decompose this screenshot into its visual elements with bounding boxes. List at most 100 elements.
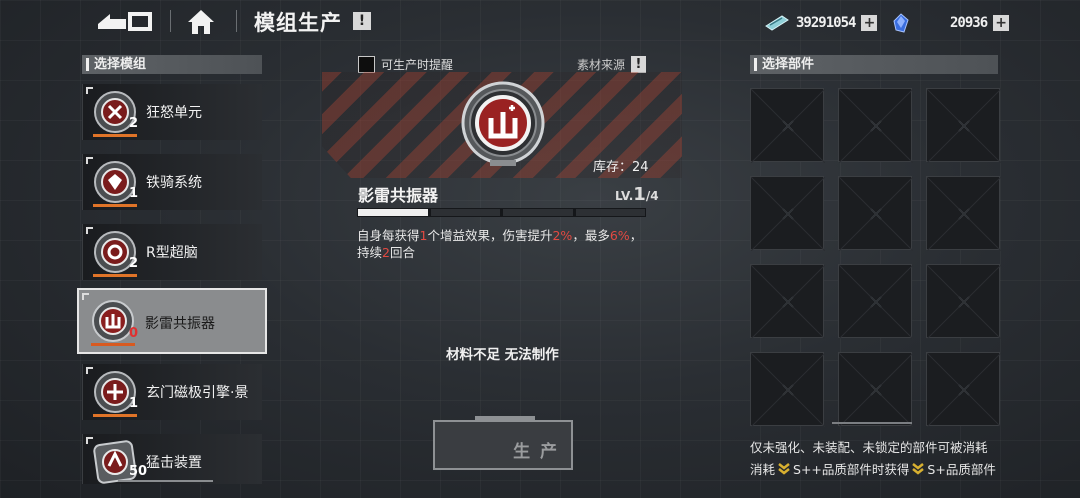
module-rarity-bar	[93, 134, 137, 137]
credit-chip-icon	[765, 15, 789, 31]
back-button[interactable]	[96, 10, 156, 34]
crystal-value: 20936	[950, 15, 988, 31]
level-segment	[358, 209, 428, 216]
module-rarity-bar	[91, 343, 135, 346]
material-source-link[interactable]: 素材来源 !	[577, 56, 647, 73]
resonator-large-icon	[461, 81, 545, 166]
empty-slot-x-icon	[839, 89, 913, 163]
back-arrow-icon	[98, 12, 152, 31]
divider	[236, 10, 237, 32]
currency-credits: 39291054 +	[764, 12, 878, 34]
part-slot-empty[interactable]	[838, 352, 913, 427]
desc-text: 个增益效果，伤害提升	[427, 228, 553, 243]
produce-button[interactable]: 生 产	[433, 416, 573, 470]
module-name: 狂怒单元	[146, 105, 202, 121]
level-segment	[503, 209, 573, 216]
blue-crystal-icon	[893, 13, 909, 33]
page-title: 模组生产	[254, 11, 342, 35]
module-count: 2	[129, 116, 139, 131]
stock-count: 库存：24	[593, 160, 649, 175]
module-description: 自身每获得1个增益效果，伤害提升2%，最多6%，持续2回合	[357, 227, 647, 261]
level-segment	[430, 209, 500, 216]
module-rarity-bar	[93, 204, 137, 207]
empty-slot-x-icon	[927, 353, 1001, 427]
parts-scrollbar[interactable]	[832, 422, 912, 424]
home-icon	[188, 10, 214, 34]
part-slot-empty[interactable]	[926, 352, 1001, 427]
module-rarity-bar	[93, 274, 137, 277]
level-max: /4	[645, 189, 659, 203]
divider	[170, 10, 171, 32]
part-slot-empty[interactable]	[750, 264, 825, 339]
select-part-header: 选择部件	[750, 55, 998, 74]
level-segment	[575, 209, 645, 216]
part-slot-empty[interactable]	[926, 88, 1001, 163]
part-slot-empty[interactable]	[838, 264, 913, 339]
module-item-xuanmen-engine[interactable]: 1 玄门磁极引擎·景	[82, 364, 262, 420]
produce-button-label: 生 产	[513, 442, 559, 462]
module-name: 影雷共振器	[145, 316, 215, 332]
empty-slot-x-icon	[839, 177, 913, 251]
part-slot-empty[interactable]	[750, 88, 825, 163]
module-name: R型超脑	[146, 245, 198, 261]
level-progress-bar	[357, 208, 646, 217]
module-level: LV.1/4	[615, 184, 659, 205]
desc-value: 6%	[609, 228, 630, 243]
note-line-2: 消耗 S++品质部件时获得 S+品质部件	[750, 459, 1020, 481]
level-prefix: LV.	[615, 189, 634, 203]
empty-slot-x-icon	[839, 353, 913, 427]
module-item-rage-unit[interactable]: 2 狂怒单元	[82, 84, 262, 140]
level-current: 1	[633, 184, 646, 205]
note-text: 消耗	[750, 462, 776, 477]
module-item-shadow-thunder-resonator[interactable]: 0 影雷共振器	[77, 288, 267, 354]
production-reminder[interactable]: 可生产时提醒	[358, 56, 453, 73]
info-button[interactable]: !	[353, 12, 371, 30]
top-bar: 模组生产 ! 39291054 + 20936 +	[0, 0, 1080, 46]
add-crystal-button[interactable]: +	[993, 15, 1010, 31]
material-source-info-icon[interactable]: !	[631, 56, 647, 73]
module-list-scrollbar[interactable]	[118, 480, 213, 482]
desc-text: ，最多	[572, 228, 610, 243]
desc-value: 2	[382, 245, 390, 260]
module-item-iron-cavalry[interactable]: 1 铁骑系统	[82, 154, 262, 210]
empty-slot-x-icon	[927, 177, 1001, 251]
empty-slot-x-icon	[927, 89, 1001, 163]
empty-slot-x-icon	[751, 265, 825, 339]
credits-value: 39291054	[796, 15, 856, 31]
empty-slot-x-icon	[751, 353, 825, 427]
part-slot-empty[interactable]	[750, 176, 825, 251]
part-slot-empty[interactable]	[838, 176, 913, 251]
module-count: 1	[129, 186, 139, 201]
part-slot-empty[interactable]	[750, 352, 825, 427]
button-tag	[475, 416, 535, 422]
empty-slot-x-icon	[751, 89, 825, 163]
rank-chevron-icon	[912, 463, 925, 475]
note-text: S++品质部件时获得	[793, 462, 910, 477]
module-count: 2	[129, 256, 139, 271]
currency-crystal: 20936 +	[892, 12, 1010, 34]
module-name: 玄门磁极引擎·景	[146, 385, 249, 401]
add-credits-button[interactable]: +	[861, 15, 878, 31]
part-slot-empty[interactable]	[838, 88, 913, 163]
module-count: 50	[129, 464, 148, 479]
consume-note: 仅未强化、未装配、未锁定的部件可被消耗 消耗 S++品质部件时获得 S+品质部件	[750, 437, 1020, 481]
select-module-header: 选择模组	[82, 55, 262, 74]
reminder-checkbox[interactable]	[358, 56, 375, 73]
material-source-label: 素材来源	[577, 58, 626, 72]
module-name: 猛击装置	[146, 455, 202, 471]
part-slot-empty[interactable]	[926, 264, 1001, 339]
desc-value: 2%	[552, 228, 573, 243]
desc-text: 自身每获得	[357, 228, 420, 243]
rank-chevron-icon	[778, 463, 790, 475]
module-title: 影雷共振器	[358, 186, 439, 205]
module-item-strike-device[interactable]: 50 猛击装置	[82, 434, 262, 484]
note-line-1: 仅未强化、未装配、未锁定的部件可被消耗	[750, 440, 988, 455]
module-count: 0	[129, 326, 139, 341]
part-slot-empty[interactable]	[926, 176, 1001, 251]
module-item-r-brain[interactable]: 2 R型超脑	[82, 224, 262, 280]
module-name: 铁骑系统	[146, 175, 202, 191]
module-rarity-bar	[93, 414, 137, 417]
home-button[interactable]	[186, 8, 216, 36]
empty-slot-x-icon	[751, 177, 825, 251]
empty-slot-x-icon	[839, 265, 913, 339]
